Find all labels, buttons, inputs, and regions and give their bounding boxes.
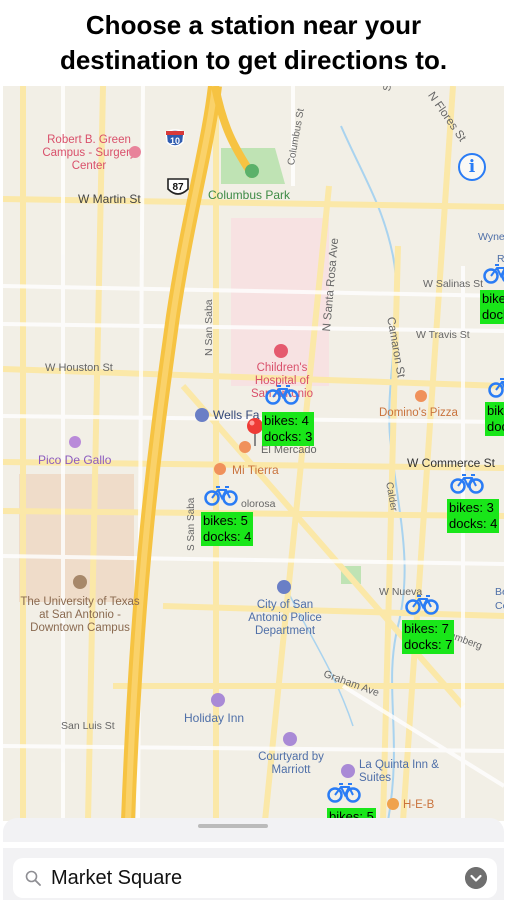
la-quinta-pin-icon	[341, 764, 355, 778]
bike-station-icon[interactable]	[265, 383, 299, 405]
station-bikes-count: bik	[487, 403, 504, 418]
station-docks-count: doc	[487, 419, 504, 434]
poi-columbus-park-label: Columbus Park	[208, 188, 291, 202]
hotel-pin-icon	[211, 693, 225, 707]
police-pin-icon	[277, 580, 291, 594]
interstate-10-shield-icon: 10	[165, 129, 185, 147]
bank-pin-icon	[195, 408, 209, 422]
sheet-divider	[3, 842, 504, 848]
instruction-header: Choose a station near your destination t…	[0, 8, 507, 78]
courtyard-pin-icon	[283, 732, 297, 746]
bike-station-icon[interactable]	[488, 376, 504, 398]
bike-station-icon[interactable]	[483, 262, 504, 284]
label-wyne: Wyne	[478, 231, 504, 243]
label-be: Be	[495, 586, 504, 598]
station-badge: bikes: 5 docks: 4	[201, 512, 254, 546]
bike-station-icon[interactable]	[327, 781, 361, 803]
poi-mi-tierra-label: Mi Tierra	[232, 463, 279, 477]
map-view[interactable]: 10 87 W Martin St N San Saba N Santa Ros…	[3, 86, 504, 821]
street-w-houston: W Houston St	[45, 362, 113, 374]
park-pin-icon	[245, 164, 259, 178]
street-san-luis: San Luis St	[61, 720, 115, 732]
station-badge: bikes: 3 docks: 4	[447, 499, 500, 533]
station-bikes-count: bikes: 7	[404, 621, 449, 636]
hospital-cross-icon	[274, 344, 288, 358]
street-w-martin: W Martin St	[78, 192, 141, 206]
station-docks-count: docks: 7	[404, 637, 453, 652]
street-w-commerce: W Commerce St	[407, 456, 496, 470]
poi-police-label: City of San Antonio Police Department	[248, 599, 322, 637]
hospital-pin-icon	[129, 146, 141, 158]
poi-holiday-inn-label: Holiday Inn	[184, 711, 245, 725]
us87-label: 87	[172, 182, 184, 193]
station-bikes-count: bike	[482, 291, 504, 306]
bike-station-icon[interactable]	[204, 484, 238, 506]
station-docks-count: docks: 4	[449, 516, 498, 531]
station-docks-count: docks: 3	[264, 429, 313, 444]
station-bikes-count: bikes: 3	[449, 500, 494, 515]
station-badge: bik doc	[485, 402, 504, 436]
us-87-shield-icon: 87	[167, 178, 189, 195]
poi-heb-label: H-E-B	[403, 799, 435, 811]
pizza-pin-icon	[415, 390, 427, 402]
sheet-grabber-handle[interactable]	[198, 824, 268, 828]
station-docks-count: dock	[482, 307, 504, 322]
search-sheet: Market Square	[3, 818, 504, 900]
search-input[interactable]: Market Square	[51, 867, 182, 889]
street-n-san-saba: N San Saba	[203, 299, 215, 356]
instruction-line-2: destination to get directions to.	[59, 45, 448, 75]
mi-tierra-pin-icon	[214, 463, 226, 475]
i10-label: 10	[170, 136, 180, 146]
info-icon: i	[468, 157, 476, 177]
station-docks-count: docks: 4	[203, 529, 252, 544]
street-w-travis: W Travis St	[416, 329, 470, 341]
poi-utsa-label: The University of Texas at San Antonio -…	[20, 596, 140, 634]
map-info-button[interactable]: i	[458, 153, 486, 181]
label-co: Co	[495, 600, 504, 612]
street-dolorosa: olorosa	[241, 498, 276, 510]
chevron-down-icon[interactable]	[465, 867, 487, 889]
instruction-line-1: Choose a station near your	[85, 10, 422, 40]
search-icon	[25, 870, 41, 886]
street-s-san-saba: S San Saba	[186, 497, 197, 551]
poi-dominos-label: Domino's Pizza	[379, 407, 458, 419]
school-pin-icon	[73, 575, 87, 589]
grocery-pin-icon	[387, 798, 399, 810]
search-bar[interactable]: Market Square	[13, 858, 497, 898]
station-bikes-count: bikes: 4	[264, 413, 309, 428]
drink-pin-icon	[69, 436, 81, 448]
station-badge: bikes: 7 docks: 7	[402, 620, 455, 654]
poi-la-quinta-label: La Quinta Inn & Suites	[359, 759, 439, 784]
station-badge: bike dock	[480, 290, 504, 324]
poi-courtyard-label: Courtyard by Marriott	[258, 751, 324, 776]
station-bikes-count: bikes: 5	[203, 513, 248, 528]
street-w-salinas: W Salinas St	[423, 278, 484, 290]
bike-station-icon[interactable]	[405, 593, 439, 615]
poi-pico-label: Pico De Gallo	[38, 453, 112, 467]
bike-station-icon[interactable]	[450, 472, 484, 494]
station-badge: bikes: 4 docks: 3	[262, 412, 315, 446]
